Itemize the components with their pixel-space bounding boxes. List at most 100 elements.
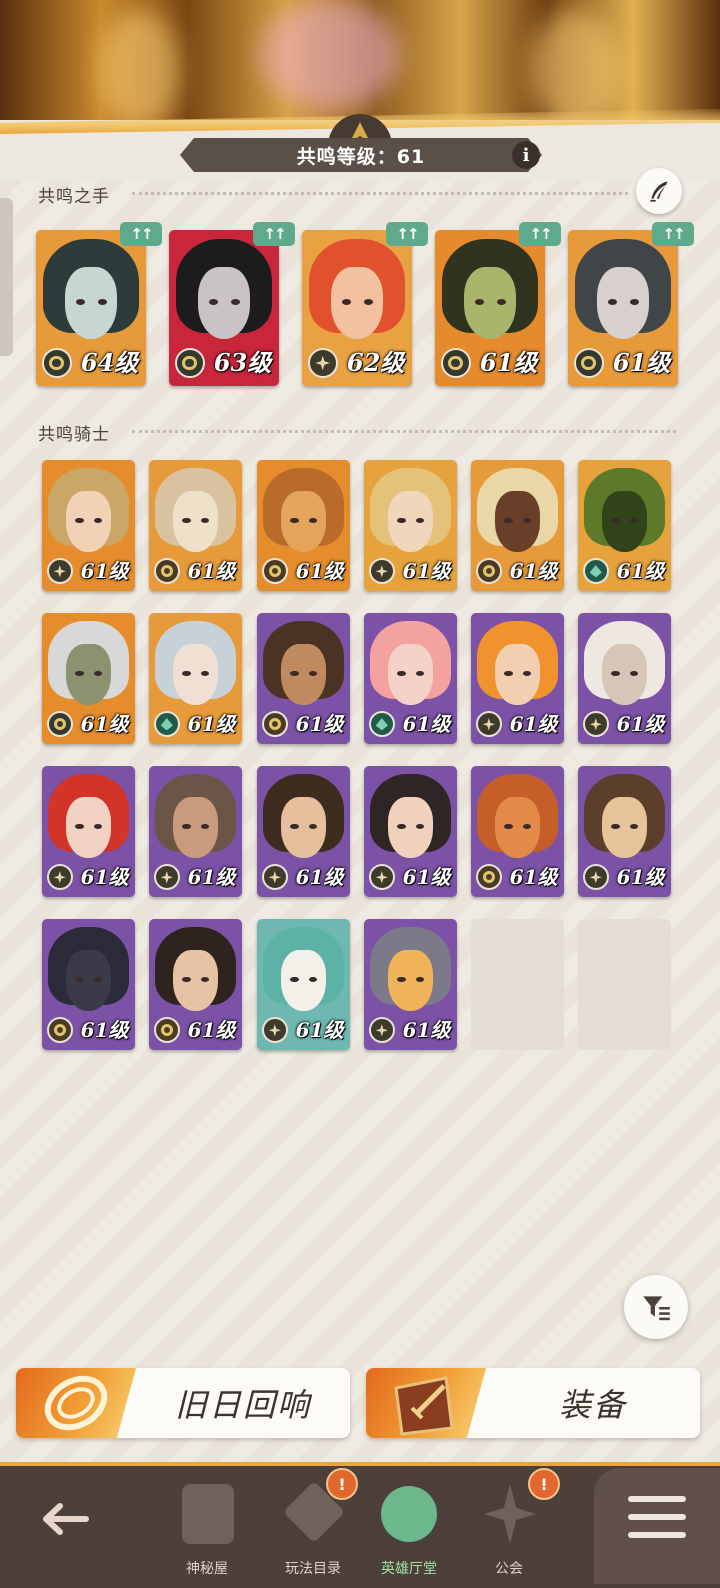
- back-arrow-icon[interactable]: [34, 1494, 94, 1544]
- hero-card[interactable]: 61级: [149, 613, 242, 744]
- hero-level: 61级: [402, 1018, 451, 1043]
- hero-level: 61级: [509, 559, 558, 584]
- hero-card[interactable]: 64级: [36, 230, 146, 386]
- hero-level: 61级: [187, 559, 236, 584]
- hero-card[interactable]: 61级: [435, 230, 545, 386]
- hero-eye: [504, 823, 513, 829]
- hero-level: 61级: [80, 559, 129, 584]
- equipment-button[interactable]: 装备: [366, 1368, 700, 1438]
- hero-portrait-face: [281, 491, 326, 552]
- hero-level: 61级: [295, 1018, 344, 1043]
- guild-alert-badge: !: [528, 1468, 560, 1500]
- hero-card[interactable]: 61级: [568, 230, 678, 386]
- hero-card[interactable]: 61级: [149, 919, 242, 1050]
- hero-eye: [496, 298, 507, 305]
- upgrade-arrows-icon: ↑↑: [386, 222, 428, 246]
- hero-portrait-face: [173, 491, 218, 552]
- echoes-label: 旧日回响: [174, 1386, 311, 1424]
- info-icon[interactable]: i: [512, 141, 540, 169]
- hero-level: 64级: [80, 348, 139, 378]
- faction-icon: [41, 347, 72, 379]
- nav-mystery-house[interactable]: 神秘屋: [152, 1468, 262, 1584]
- menu-button[interactable]: [594, 1468, 720, 1584]
- faction-icon: [153, 1017, 180, 1044]
- side-drawer-handle[interactable]: [0, 198, 13, 356]
- hero-card[interactable]: 61级: [364, 766, 457, 897]
- hero-card[interactable]: 61级: [257, 460, 350, 591]
- resonance-level-label: 共鸣等级：61: [296, 145, 426, 168]
- faction-icon: [261, 1017, 288, 1044]
- hero-card[interactable]: 61级: [42, 919, 135, 1050]
- hero-card[interactable]: 61级: [257, 766, 350, 897]
- hero-card[interactable]: 61级: [42, 460, 135, 591]
- hero-portrait-face: [64, 267, 118, 340]
- nav-heroes-hall[interactable]: 英雄厅堂: [354, 1468, 464, 1584]
- hero-card[interactable]: 62级: [302, 230, 412, 386]
- hero-card[interactable]: 61级: [257, 613, 350, 744]
- hero-portrait-face: [463, 267, 517, 340]
- hero-portrait-face: [197, 267, 251, 340]
- hero-level: 61级: [295, 559, 344, 584]
- hero-card[interactable]: 61级: [257, 919, 350, 1050]
- menu-line: [628, 1514, 686, 1520]
- filter-button[interactable]: [624, 1275, 688, 1339]
- hero-card[interactable]: 61级: [149, 460, 242, 591]
- hero-eye: [397, 517, 406, 523]
- hero-portrait-face: [495, 797, 540, 858]
- hero-portrait-face: [330, 267, 384, 340]
- hero-portrait-face: [388, 950, 433, 1011]
- guild-swords-icon: [484, 1484, 536, 1544]
- empty-slot[interactable]: [471, 919, 564, 1050]
- hero-eye: [290, 976, 299, 982]
- hero-portrait-face: [388, 644, 433, 705]
- hero-eye: [504, 670, 513, 676]
- hero-portrait-face: [173, 950, 218, 1011]
- hero-card[interactable]: 61级: [364, 460, 457, 591]
- echoes-art-icon: [16, 1368, 136, 1438]
- hero-eye: [290, 823, 299, 829]
- hero-level: 61级: [187, 1018, 236, 1043]
- hero-card[interactable]: 61级: [42, 613, 135, 744]
- hero-portrait-face: [602, 797, 647, 858]
- quill-button[interactable]: [636, 168, 682, 214]
- hero-card[interactable]: 61级: [42, 766, 135, 897]
- faction-icon: [368, 1017, 395, 1044]
- hero-card[interactable]: 61级: [578, 613, 671, 744]
- hero-level: 63级: [213, 348, 272, 378]
- faction-icon: [174, 347, 205, 379]
- hero-eye: [397, 976, 406, 982]
- faction-icon: [261, 711, 288, 738]
- empty-slot[interactable]: [578, 919, 671, 1050]
- nav-guild-label: 公会: [495, 1561, 523, 1577]
- heroes-helmet-icon: [381, 1486, 437, 1542]
- hero-eye: [629, 298, 640, 305]
- hero-card[interactable]: 61级: [364, 919, 457, 1050]
- hero-card[interactable]: 61级: [149, 766, 242, 897]
- hero-eye: [611, 823, 620, 829]
- mystery-house-icon: [182, 1484, 234, 1544]
- upgrade-arrows-icon: ↑↑: [253, 222, 295, 246]
- hero-level: 61级: [80, 1018, 129, 1043]
- hero-level: 61级: [612, 348, 671, 378]
- hero-eye: [182, 517, 191, 523]
- echoes-button[interactable]: 旧日回响: [16, 1368, 350, 1438]
- hero-eye: [208, 298, 219, 305]
- hero-eye: [504, 517, 513, 523]
- hero-portrait-face: [66, 644, 111, 705]
- upgrade-arrows-icon: ↑↑: [652, 222, 694, 246]
- hero-eye: [397, 823, 406, 829]
- hero-card[interactable]: 61级: [578, 460, 671, 591]
- hero-eye: [75, 976, 84, 982]
- filter-icon: [643, 1296, 670, 1321]
- equipment-art-icon: [366, 1368, 486, 1438]
- hero-card[interactable]: 61级: [578, 766, 671, 897]
- hero-card[interactable]: 61级: [471, 460, 564, 591]
- faction-icon: [475, 558, 502, 585]
- hero-card[interactable]: 61级: [471, 766, 564, 897]
- hero-level: 61级: [509, 712, 558, 737]
- nav-modes-label: 玩法目录: [285, 1561, 341, 1577]
- hero-card[interactable]: 61级: [364, 613, 457, 744]
- hero-card[interactable]: 63级: [169, 230, 279, 386]
- hero-card[interactable]: 61级: [471, 613, 564, 744]
- hero-portrait-face: [66, 797, 111, 858]
